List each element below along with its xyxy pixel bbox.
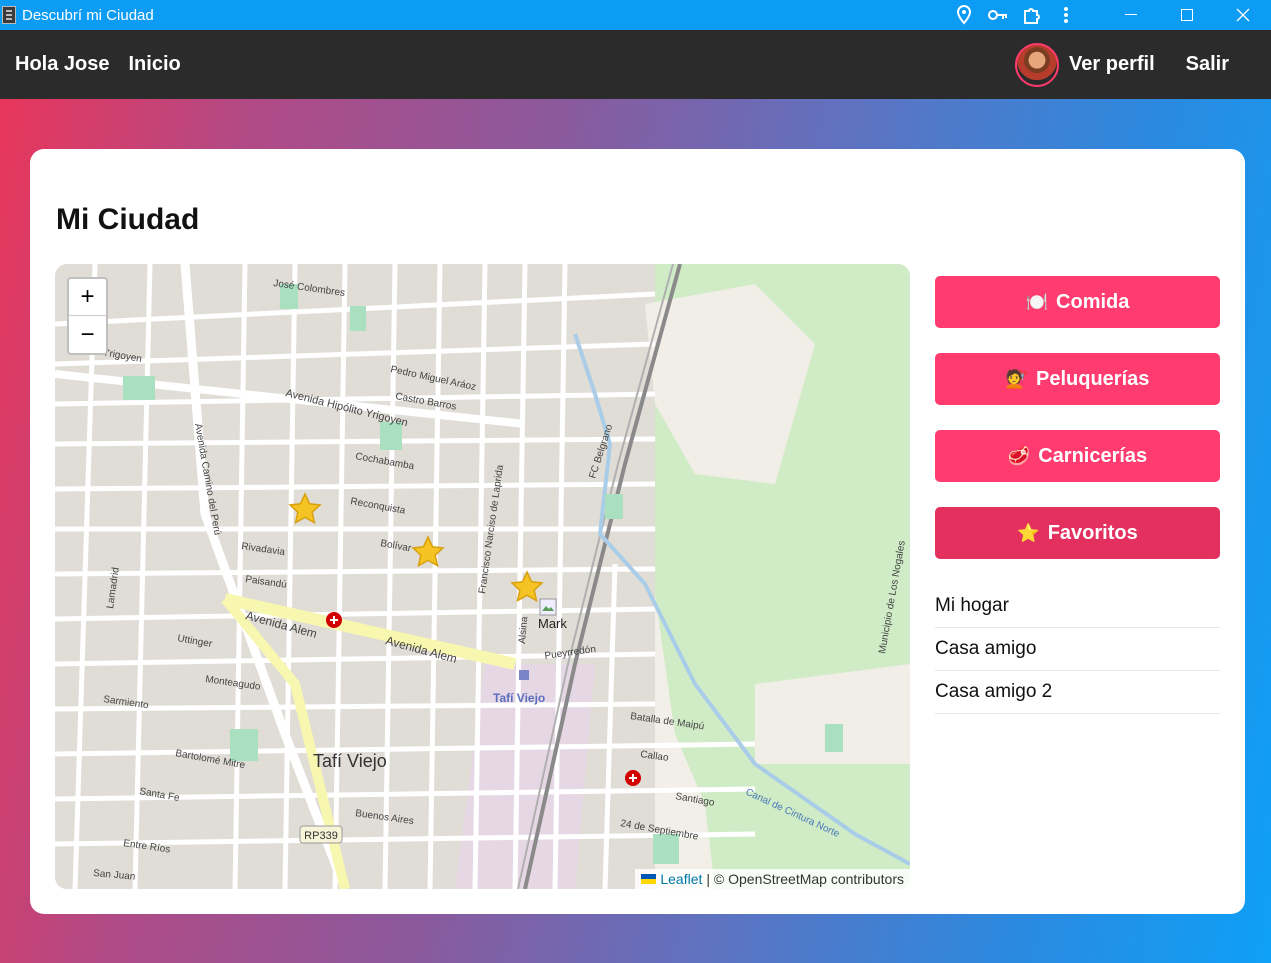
zoom-out-button[interactable]: − [69,316,106,353]
location-pin-icon[interactable] [947,0,981,30]
butcher-category-button[interactable]: 🥩 Carnicerías [935,430,1220,482]
close-icon[interactable] [1215,0,1271,30]
city-map[interactable]: RP339 José Colombres Avenida Hipólito Yr… [55,264,910,889]
favorite-star-marker[interactable] [287,491,323,527]
home-link[interactable]: Inicio [128,53,180,76]
zoom-control: + − [67,277,108,355]
favorite-item[interactable]: Mi hogar [935,585,1220,628]
key-icon[interactable] [981,0,1015,30]
extension-icon[interactable] [1015,0,1049,30]
category-label: Favoritos [1047,521,1138,544]
ukraine-flag-icon [641,874,657,884]
broken-image-marker-icon[interactable] [538,597,558,617]
map-tiles[interactable]: RP339 José Colombres Avenida Hipólito Yr… [55,264,910,889]
category-label: Comida [1056,290,1130,313]
profile-link[interactable]: Ver perfil [1069,53,1155,76]
meat-icon: 🥩 [1007,445,1031,466]
marker-label: Mark [538,616,567,631]
favorite-item[interactable]: Casa amigo [935,628,1220,671]
leaflet-link[interactable]: Leaflet [660,871,702,887]
map-place-label: Tafí Viejo [493,691,545,705]
maximize-icon[interactable] [1159,0,1215,30]
page-title: Mi Ciudad [56,203,200,236]
category-label: Peluquerías [1036,367,1150,390]
app-icon [2,6,16,24]
map-attribution: Leaflet | © OpenStreetMap contributors [635,869,910,889]
hairdresser-category-button[interactable]: 💇 Peluquerías [935,353,1220,405]
avatar[interactable] [1015,42,1060,87]
favorites-category-button[interactable]: ⭐ Favoritos [935,507,1220,559]
map-place-label: Tafí Viejo [313,751,387,771]
top-navbar: Hola Jose Inicio Ver perfil Salir [0,30,1271,99]
favorite-star-marker[interactable] [410,534,446,570]
food-category-button[interactable]: 🍽️ Comida [935,276,1220,328]
favorites-list: Mi hogar Casa amigo Casa amigo 2 [935,585,1220,714]
map-place-label: RP339 [304,830,338,842]
plate-icon: 🍽️ [1025,291,1049,312]
window-title: Descubrí mi Ciudad [22,6,154,24]
logout-link[interactable]: Salir [1186,53,1229,76]
window-titlebar: Descubrí mi Ciudad [0,0,1271,30]
more-vertical-icon[interactable] [1049,0,1083,30]
haircut-icon: 💇 [1005,368,1029,389]
category-label: Carnicerías [1038,444,1148,467]
minimize-icon[interactable] [1103,0,1159,30]
zoom-in-button[interactable]: + [69,279,106,316]
attribution-text: | © OpenStreetMap contributors [706,871,904,887]
star-icon: ⭐ [1017,522,1040,543]
favorite-item[interactable]: Casa amigo 2 [935,671,1220,714]
greeting-text: Hola Jose [15,53,110,75]
